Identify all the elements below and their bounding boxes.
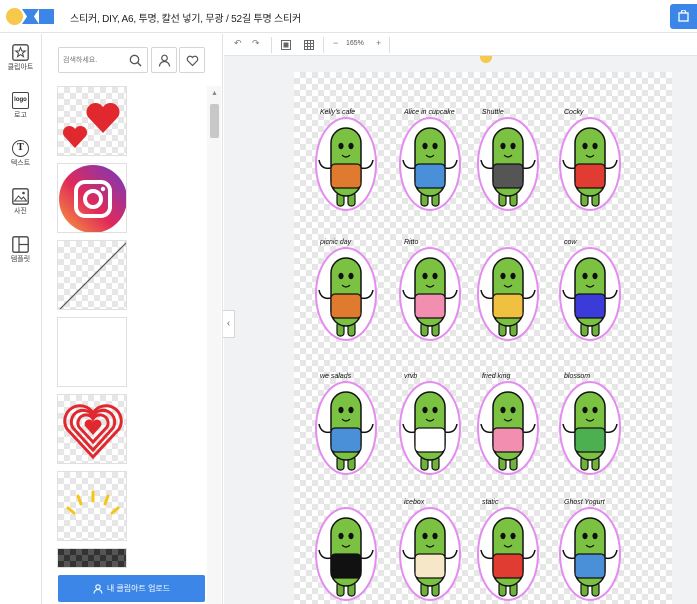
clipart-dark-pattern[interactable] xyxy=(57,548,127,568)
user-upload-icon xyxy=(93,584,103,594)
app-logo[interactable] xyxy=(6,8,56,25)
sticker-character[interactable]: Ghost Yogurt xyxy=(559,499,621,601)
toolbar-divider xyxy=(389,37,390,53)
clipart-instagram[interactable] xyxy=(57,163,127,233)
sticker-label: icebox xyxy=(404,499,425,506)
sticker-character[interactable]: static xyxy=(477,499,539,601)
sticker-character[interactable] xyxy=(315,507,377,601)
star-icon xyxy=(12,44,29,61)
sticker-character[interactable]: we salads xyxy=(315,373,377,475)
sticker-character[interactable]: Shuttle xyxy=(477,109,539,211)
template-icon xyxy=(12,236,29,253)
grid-icon[interactable] xyxy=(304,40,314,50)
sticker-label: Ghost Yogurt xyxy=(564,499,606,506)
rail-label: 로고 xyxy=(14,112,27,119)
clipart-thumbnail-list xyxy=(57,86,129,575)
sticker-character[interactable]: Ritto xyxy=(399,239,461,341)
sticker-label: Cocky xyxy=(564,109,584,116)
sticker-character[interactable] xyxy=(477,247,539,341)
sparkle-icon xyxy=(66,490,120,515)
undo-icon[interactable]: ↶ xyxy=(234,38,242,49)
sticker-character[interactable]: fried king xyxy=(477,373,539,475)
instagram-icon xyxy=(59,165,126,232)
sticker-label: static xyxy=(482,499,499,506)
scribble-heart-icon xyxy=(63,404,123,460)
search-icon[interactable] xyxy=(129,54,142,67)
top-bar: 스티커, DIY, A6, 투명, 칼선 넣기, 무광 / 52길 투명 스티커 xyxy=(0,0,697,33)
sticker-label: we salads xyxy=(320,373,352,380)
rail-item-photo[interactable]: 사진 xyxy=(0,182,41,228)
rail-item-logo[interactable]: logo 로고 xyxy=(0,86,41,132)
sticker-character[interactable]: icebox xyxy=(399,499,461,601)
my-clipart-button[interactable] xyxy=(151,47,177,73)
panel-scrollbar[interactable]: ▲ xyxy=(207,86,221,604)
sticker-label: Shuttle xyxy=(482,109,504,116)
hearts-icon xyxy=(62,102,120,148)
rail-label: 사진 xyxy=(14,208,27,215)
zoom-level[interactable]: 165% xyxy=(346,40,364,47)
sticker-character[interactable]: vrvb xyxy=(399,373,461,475)
sticker-label: Ritto xyxy=(404,239,419,246)
clipart-hearts[interactable] xyxy=(57,86,127,156)
document-title: 스티커, DIY, A6, 투명, 칼선 넣기, 무광 / 52길 투명 스티커 xyxy=(70,14,302,25)
upload-clipart-button[interactable]: 내 클립아트 업로드 xyxy=(58,575,205,602)
toolbar-divider xyxy=(323,37,324,53)
canvas-toolbar: ↶ ↷ − 165% + xyxy=(224,34,697,56)
left-tool-rail: 클립아트 logo 로고 T 텍스트 사진 템플릿 xyxy=(0,34,42,604)
line-icon xyxy=(59,242,126,309)
sticker-label: picnic day xyxy=(319,239,352,246)
sticker-label: blossom xyxy=(564,373,590,380)
sticker-character[interactable]: picnic day xyxy=(315,239,377,341)
text-icon: T xyxy=(12,140,29,157)
shopping-bag-icon xyxy=(678,10,689,22)
clipart-sparkle[interactable] xyxy=(57,471,127,541)
sticker-character[interactable]: blossom xyxy=(559,373,621,475)
sticker-label: cow xyxy=(564,239,577,246)
user-icon xyxy=(158,54,171,67)
scrollbar-thumb[interactable] xyxy=(210,104,219,138)
photo-icon xyxy=(12,188,29,205)
sticker-label: fried king xyxy=(482,373,511,380)
canvas-area: ↶ ↷ − 165% + Kelly's cafe Alice in cupcak… xyxy=(224,34,697,604)
sticker-label: vrvb xyxy=(404,373,417,380)
logo-icon: logo xyxy=(12,92,29,109)
sticker-character[interactable]: cow xyxy=(559,239,621,341)
clipart-scribble-heart[interactable] xyxy=(57,394,127,464)
fit-screen-icon[interactable] xyxy=(281,40,291,50)
heart-icon xyxy=(186,55,199,67)
clipart-panel: ▲ 내 클립아트 업로드 xyxy=(42,34,223,604)
search-input[interactable] xyxy=(63,53,129,68)
favorites-button[interactable] xyxy=(179,47,205,73)
search-box xyxy=(58,47,148,73)
upload-label: 내 클립아트 업로드 xyxy=(106,584,171,593)
scroll-up-icon[interactable]: ▲ xyxy=(211,90,218,97)
rail-item-template[interactable]: 템플릿 xyxy=(0,230,41,276)
sticker-sheet-artwork: Kelly's cafe Alice in cupcake Shuttle Cocky… xyxy=(315,109,621,601)
sticker-label: Kelly's cafe xyxy=(320,109,355,116)
redo-icon[interactable]: ↷ xyxy=(252,38,260,49)
rail-label: 템플릿 xyxy=(10,256,31,263)
zoom-out-button[interactable]: − xyxy=(333,38,338,48)
rail-label: 클립아트 xyxy=(7,64,34,71)
zoom-in-button[interactable]: + xyxy=(376,38,381,48)
clipart-blank[interactable] xyxy=(57,317,127,387)
rail-item-clipart[interactable]: 클립아트 xyxy=(0,38,41,84)
shopping-bag-button[interactable] xyxy=(670,4,697,29)
sticker-character[interactable]: Kelly's cafe xyxy=(315,109,377,211)
rail-label: 텍스트 xyxy=(10,160,31,167)
clipart-diagonal-line[interactable] xyxy=(57,240,127,310)
sticker-label: Alice in cupcake xyxy=(403,109,455,116)
toolbar-divider xyxy=(271,37,272,53)
sticker-character[interactable]: Alice in cupcake xyxy=(399,109,461,211)
sticker-sheet[interactable]: Kelly's cafe Alice in cupcake Shuttle Cocky… xyxy=(294,72,672,604)
rail-item-text[interactable]: T 텍스트 xyxy=(0,134,41,180)
collapse-panel-button[interactable]: ‹ xyxy=(223,310,235,338)
sheet-handle[interactable] xyxy=(480,56,492,63)
sticker-character[interactable]: Cocky xyxy=(559,109,621,211)
